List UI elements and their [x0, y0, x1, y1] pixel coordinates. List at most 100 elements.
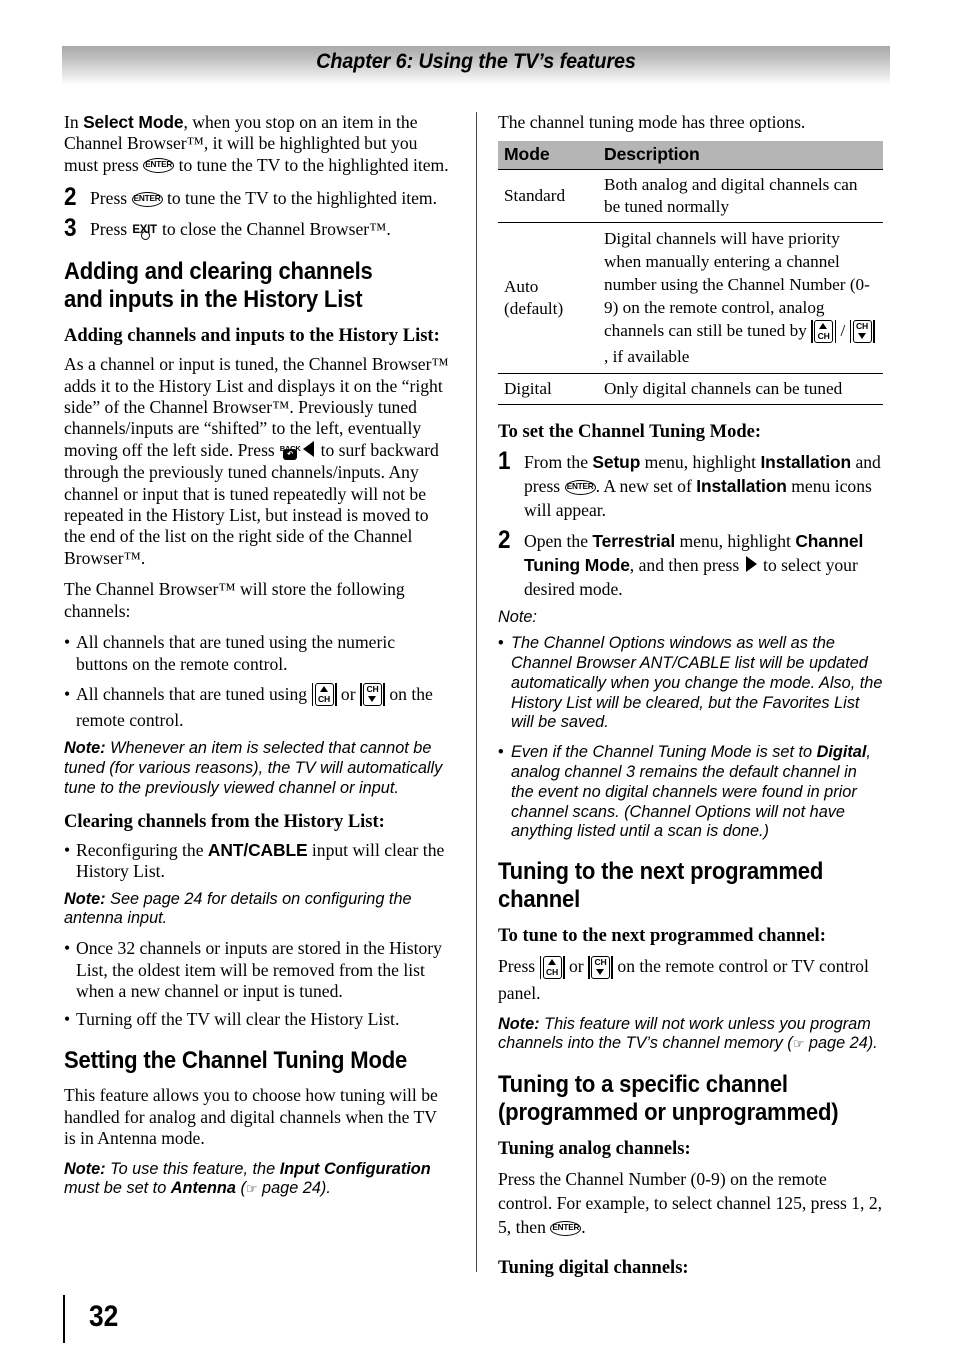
setup-term: Setup [592, 452, 641, 473]
ch-label: CH [366, 684, 379, 695]
paragraph-tuning-options: The channel tuning mode has three option… [498, 112, 806, 132]
select-mode-term: Select Mode [83, 112, 184, 132]
step-1: 1 From the Setup menu, highlight Install… [498, 449, 883, 522]
note-see-page: Note: See page 24 for details on configu… [64, 890, 449, 930]
installation-term: Installation [760, 452, 852, 473]
step-text: Open the Terrestrial menu, highlight Cha… [524, 529, 883, 601]
column-header-mode: Mode [498, 141, 598, 170]
cell-description: Digital channels will have priority when… [598, 222, 883, 374]
page-title: Chapter 6: Using the TV’s features [316, 49, 636, 73]
table-header-row: Mode Description [498, 141, 883, 170]
step-number: 2 [64, 183, 77, 212]
list-item: • The Channel Options windows as well as… [498, 634, 883, 733]
list-item: • All channels that are tuned using CH o… [64, 682, 449, 732]
manual-page: Chapter 6: Using the TV’s features In Se… [0, 0, 954, 1352]
heading-tuning-specific-channel: Tuning to a specific channel (programmed… [498, 1071, 839, 1126]
analog-part2: . [581, 1217, 586, 1238]
note-text: Whenever an item is selected that cannot… [64, 739, 443, 797]
ch-label: CH [856, 320, 869, 331]
bullet-part2: or [336, 683, 360, 704]
column-divider [476, 112, 477, 1272]
bullet-part1: Even if the Channel Tuning Mode is set t… [511, 743, 817, 762]
page-number-rule [63, 1295, 65, 1343]
channel-up-icon: CH [539, 955, 565, 980]
step1-part4: . A new set of [595, 476, 697, 497]
bullet-text: All channels that are tuned using CH or … [76, 682, 449, 732]
note-part2: must be set to [64, 1179, 171, 1198]
enter-icon: ENTER [143, 158, 175, 174]
left-column: In Select Mode, when you stop on an item… [64, 112, 449, 1209]
list-item: • Once 32 channels or inputs are stored … [64, 938, 449, 1002]
heading-tuning-next-channel: Tuning to the next programmed channel [498, 858, 824, 913]
intro-part1: In [64, 112, 84, 132]
note-input-configuration: Note: To use this feature, the Input Con… [64, 1160, 449, 1201]
channel-up-icon: CH [311, 682, 337, 707]
cell-mode: Digital [498, 372, 598, 406]
enter-icon: ENTER [564, 479, 596, 495]
bullet-text: Even if the Channel Tuning Mode is set t… [511, 743, 883, 842]
step2-part2: menu, highlight [675, 531, 796, 552]
cell-mode-line2: (default) [504, 298, 564, 318]
pointing-hand-icon: ☞ [245, 1182, 258, 1198]
subheading-to-tune-next: To tune to the next programmed channel: [498, 926, 826, 947]
step2-part1: Press [90, 188, 132, 209]
heading-adding-clearing: Adding and clearing channels and inputs … [64, 258, 373, 313]
bullet-dot: • [64, 1009, 71, 1030]
note-part4: page 24). [257, 1179, 331, 1198]
bullet-text: The Channel Options windows as well as t… [511, 634, 883, 732]
exit-icon: EXIT [132, 222, 158, 244]
chapter-banner: Chapter 6: Using the TV’s features [62, 46, 890, 85]
step-2: 2 Press ENTER to tune the TV to the high… [64, 183, 449, 212]
cell-mode: Auto (default) [498, 222, 598, 374]
paragraph-press-ch: Press CH or CH on the remote control or … [498, 954, 883, 1004]
bullet-dot: • [64, 632, 71, 653]
step-number: 2 [498, 526, 511, 555]
subheading-tuning-analog: Tuning analog channels: [498, 1139, 691, 1160]
paragraph-analog: Press the Channel Number (0-9) on the re… [498, 1167, 883, 1239]
bullet-text: Reconfiguring the ANT/CABLE input will c… [76, 840, 449, 883]
bullet-part1: Reconfiguring the [76, 839, 208, 860]
digital-term: Digital [816, 743, 867, 762]
heading-setting-tuning-mode: Setting the Channel Tuning Mode [64, 1046, 408, 1074]
note-part1: To use this feature, the [105, 1159, 280, 1178]
ant-cable-term: ANT/CABLE [207, 839, 308, 860]
list-item: • Turning off the TV will clear the Hist… [64, 1009, 449, 1030]
page-number: 32 [89, 1300, 119, 1333]
desc-part2: , if available [604, 346, 690, 366]
note-cannot-tune: Note: Whenever an item is selected that … [64, 739, 449, 798]
press-part2: or [564, 956, 588, 977]
cell-mode-line1: Auto [504, 277, 539, 297]
step1-part2: menu, highlight [640, 452, 761, 473]
bullet-text: All channels that are tuned using the nu… [76, 632, 396, 674]
enter-icon: ENTER [131, 191, 163, 207]
note-part3: ( [235, 1179, 246, 1198]
step1-part1: From the [524, 452, 593, 473]
note-label: Note: [64, 1159, 106, 1178]
note-part2: page 24). [804, 1034, 878, 1053]
bullet-text: Turning off the TV will clear the Histor… [76, 1009, 400, 1030]
channel-tuning-mode-table: Mode Description Standard Both analog an… [498, 141, 883, 406]
bullet-dot: • [64, 683, 71, 704]
channel-down-icon: CH [588, 955, 613, 980]
exit-circle [140, 231, 150, 241]
note-text: See page 24 for details on configuring t… [64, 889, 412, 928]
step3-part2: to close the Channel Browser™. [157, 219, 391, 240]
press-part1: Press [498, 956, 540, 977]
note-label: Note: [64, 889, 106, 908]
table-row: Auto (default) Digital channels will hav… [498, 222, 883, 374]
channel-down-icon: CH [359, 682, 385, 707]
arrow-right-icon [745, 556, 757, 573]
right-column: The channel tuning mode has three option… [498, 112, 883, 1286]
cell-description: Both analog and digital channels can be … [598, 169, 883, 223]
ch-label: CH [594, 956, 607, 967]
paragraph-setting-mode: This feature allows you to choose how tu… [64, 1085, 438, 1149]
terrestrial-term: Terrestrial [592, 531, 676, 552]
cell-description: Only digital channels can be tuned [598, 372, 883, 406]
bullet-dot: • [64, 839, 71, 860]
back-glyph: ↶ [283, 449, 298, 461]
bullet-dot: • [64, 938, 71, 959]
ch-label: CH [546, 966, 559, 977]
list-item: • All channels that are tuned using the … [64, 632, 449, 675]
table-row: Digital Only digital channels can be tun… [498, 372, 883, 406]
antenna-term: Antenna [170, 1179, 236, 1198]
